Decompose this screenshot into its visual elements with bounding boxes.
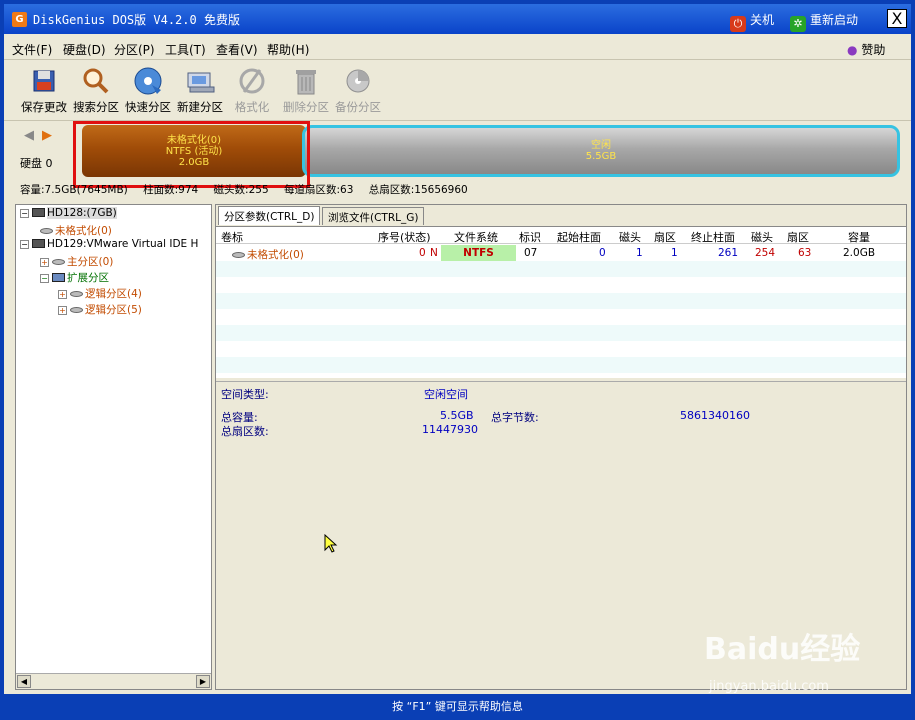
restart-icon: ✲ [790,16,806,32]
disk-label: 硬盘 0 [20,157,53,170]
menu-tools[interactable]: 工具(T) [165,41,206,58]
tree-item-extended[interactable]: − 扩展分区 [40,270,109,286]
sponsor-link[interactable]: ● 赞助 [847,41,885,58]
scroll-left-icon[interactable]: ◀ [17,675,31,688]
save-icon [33,70,55,92]
col-end-sec[interactable]: 扇区 [787,229,809,245]
window-title: DiskGenius DOS版 V4.2.0 免费版 [33,13,240,27]
tab-browse-files[interactable]: 浏览文件(CTRL_G) [322,207,425,225]
tab-partition-params[interactable]: 分区参数(CTRL_D) [218,206,321,225]
scroll-right-icon[interactable]: ▶ [196,675,210,688]
new-partition-icon [187,72,215,93]
col-end-head[interactable]: 磁头 [751,229,773,245]
quick-partition-button[interactable]: 快速分区 [122,65,174,115]
backup-icon [346,69,370,93]
col-start-head[interactable]: 磁头 [619,229,641,245]
format-button[interactable]: 格式化 [226,65,278,115]
disk-bar: ◀ ▶ 硬盘 0 未格式化(0) NTFS (活动) 2.0GB 空闲 5.5G… [4,121,911,205]
restart-button[interactable]: ✲ 重新启动 [790,11,858,32]
table-row[interactable]: 未格式化(0) 0 N NTFS 07 0 1 1 261 254 63 2.0… [216,245,906,261]
app-icon: G [12,12,27,27]
partition-block-free[interactable]: 空闲 5.5GB [302,125,900,177]
detail-pane: 分区参数(CTRL_D) 浏览文件(CTRL_G) 卷标 序号(状态) 文件系统… [215,204,907,690]
menu-help[interactable]: 帮助(H) [267,41,309,58]
search-partition-button[interactable]: 搜索分区 [70,65,122,115]
volume-icon [52,259,65,265]
toolbar: 保存更改 搜索分区 快速分区 新建分区 格式化 删除分区 备份分区 [4,61,911,121]
disk-tree: − HD128:(7GB) 未格式化(0) − HD129:VMware Virtu… [15,204,212,690]
delete-partition-button[interactable]: 删除分区 [280,65,332,115]
col-id[interactable]: 标识 [519,229,541,245]
backup-partition-button[interactable]: 备份分区 [332,65,384,115]
mouse-cursor-icon [324,534,338,553]
tab-strip: 分区参数(CTRL_D) 浏览文件(CTRL_G) [216,205,906,225]
save-changes-button[interactable]: 保存更改 [18,65,70,115]
tree-item-logical-5[interactable]: + 逻辑分区(5) [58,302,142,318]
volume-icon [40,228,53,234]
disc-icon [134,67,162,95]
col-fs[interactable]: 文件系统 [454,229,498,245]
trash-icon [296,70,316,95]
new-partition-button[interactable]: 新建分区 [174,65,226,115]
highlight-box [73,121,310,188]
table-header: 卷标 序号(状态) 文件系统 标识 起始柱面 磁头 扇区 终止柱面 磁头 扇区 … [216,227,906,244]
format-icon [239,68,265,94]
magnifier-icon [83,68,109,94]
col-seq[interactable]: 序号(状态) [378,229,431,245]
shutdown-button[interactable]: ⏻ 关机 [730,11,774,32]
collapse-icon[interactable]: − [40,274,49,283]
menu-view[interactable]: 查看(V) [216,41,258,58]
col-label[interactable]: 卷标 [221,229,243,245]
hard-disk-icon [32,239,45,248]
expand-icon[interactable]: + [58,306,67,315]
col-start-sec[interactable]: 扇区 [654,229,676,245]
menu-disk[interactable]: 硬盘(D) [63,41,106,58]
hard-disk-icon [32,208,45,217]
baidu-watermark: Baidu经验 jingyan.baidu.com [704,632,861,694]
col-start-cyl[interactable]: 起始柱面 [557,229,601,245]
status-bar: 按 “F1” 键可显示帮助信息 [4,694,911,720]
menu-partition[interactable]: 分区(P) [114,41,155,58]
next-disk-icon[interactable]: ▶ [42,128,52,143]
col-end-cyl[interactable]: 终止柱面 [691,229,735,245]
app-window: G DiskGenius DOS版 V4.2.0 免费版 ⏻ 关机 ✲ 重新启动 X… [0,0,915,720]
disk-info: 容量:7.5GB(7645MB) 柱面数:974 磁头数:255 每道扇区数:6… [20,184,468,196]
partition-table: 卷标 序号(状态) 文件系统 标识 起始柱面 磁头 扇区 终止柱面 磁头 扇区 … [216,226,906,378]
collapse-icon[interactable]: − [20,240,29,249]
col-size[interactable]: 容量 [848,229,870,245]
volume-icon [70,307,83,313]
menu-bar: 文件(F) 硬盘(D) 分区(P) 工具(T) 查看(V) 帮助(H) ● 赞助 [4,34,911,60]
expand-icon[interactable]: + [58,290,67,299]
tree-item-hd0-partition[interactable]: 未格式化(0) [40,223,112,239]
power-icon: ⏻ [730,16,746,32]
prev-disk-icon[interactable]: ◀ [24,128,34,143]
volume-icon [70,291,83,297]
close-button[interactable]: X [887,9,907,28]
tree-item-logical-4[interactable]: + 逻辑分区(4) [58,286,142,302]
collapse-icon[interactable]: − [20,209,29,218]
tree-item-hd1[interactable]: − HD129:VMware Virtual IDE H [20,238,198,254]
horizontal-scrollbar[interactable]: ◀ ▶ [16,673,211,689]
menu-file[interactable]: 文件(F) [12,41,52,58]
tree-item-primary[interactable]: + 主分区(0) [40,254,113,270]
tree-item-hd0[interactable]: − HD128:(7GB) [20,207,117,223]
title-bar: G DiskGenius DOS版 V4.2.0 免费版 ⏻ 关机 ✲ 重新启动 X [4,4,911,34]
expand-icon[interactable]: + [40,258,49,267]
extended-partition-icon [52,273,65,282]
volume-icon [232,252,245,258]
